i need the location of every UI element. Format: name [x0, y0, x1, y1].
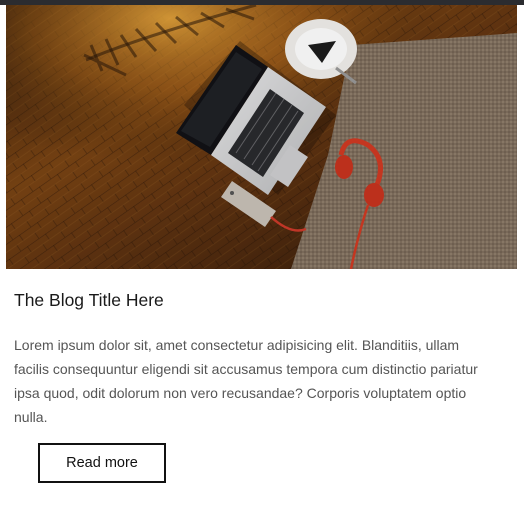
post-image: [6, 5, 517, 269]
page: The Blog Title Here Lorem ipsum dolor si…: [0, 0, 524, 524]
post-title[interactable]: The Blog Title Here: [14, 290, 164, 311]
read-more-button[interactable]: Read more: [38, 443, 166, 483]
post-excerpt: Lorem ipsum dolor sit, amet consectetur …: [14, 337, 478, 425]
